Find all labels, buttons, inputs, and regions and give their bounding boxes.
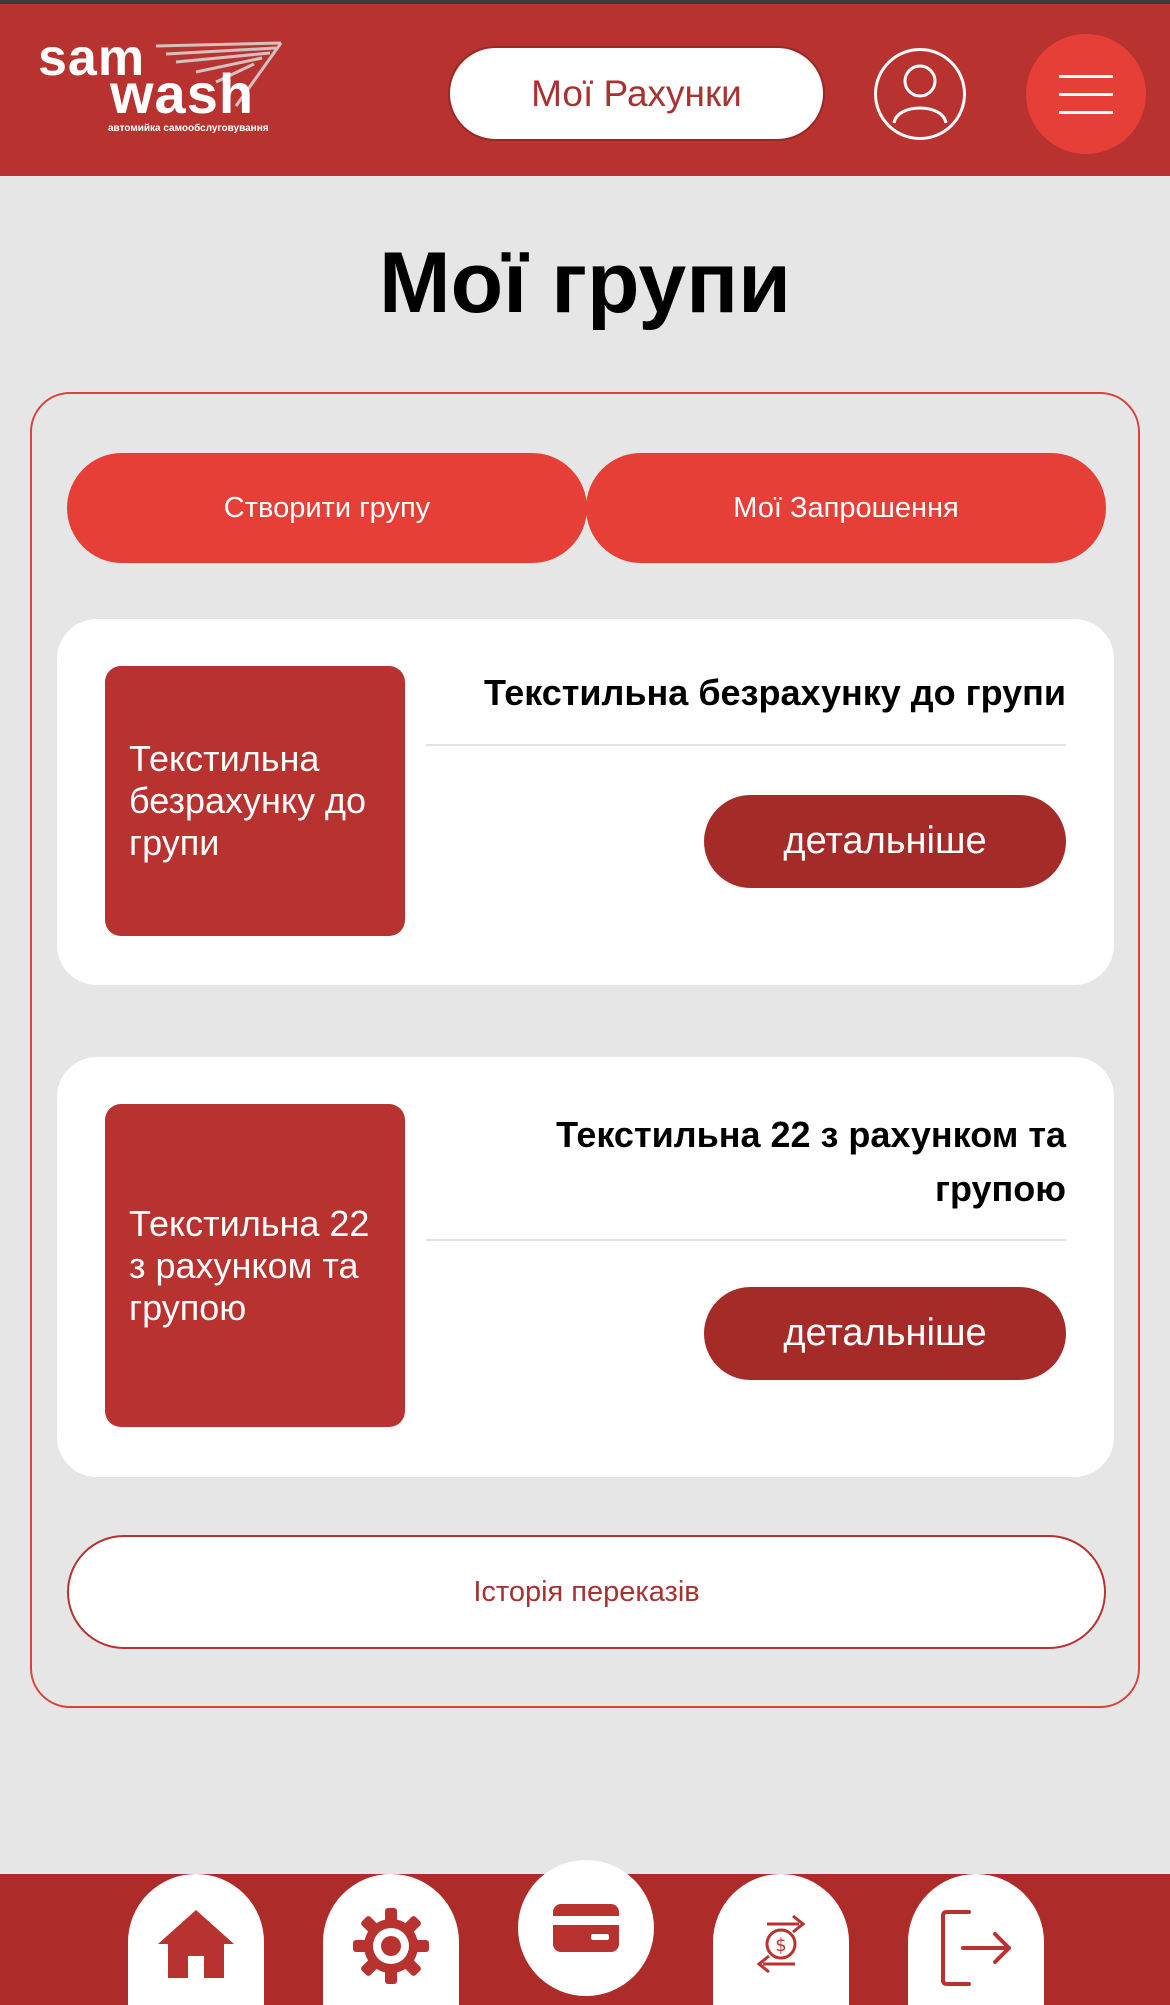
- group-details-button[interactable]: детальніше: [704, 795, 1066, 888]
- menu-button[interactable]: [1026, 34, 1146, 154]
- my-invites-button[interactable]: Мої Запрошення: [586, 453, 1106, 563]
- logo-tagline: автомийка самообслуговування: [108, 123, 269, 134]
- hamburger-line-icon: [1059, 92, 1113, 96]
- group-card: Текстильна 22 з рахунком та групою Текст…: [57, 1057, 1114, 1477]
- samwash-logo[interactable]: sam wash автомийка самообслуговування: [36, 32, 316, 142]
- hamburger-line-icon: [1059, 110, 1113, 114]
- groups-panel: Створити групу Мої Запрошення Текстильна…: [30, 392, 1140, 1708]
- home-icon: [158, 1910, 234, 1978]
- create-group-button[interactable]: Створити групу: [67, 453, 587, 563]
- logo-wash: wash: [110, 62, 255, 125]
- hamburger-line-icon: [1059, 74, 1113, 78]
- nav-transfers[interactable]: $: [713, 1874, 849, 2005]
- group-title: Текстильна безрахунку до групи: [484, 672, 1066, 713]
- app-header: sam wash автомийка самообслуговування Мо…: [0, 4, 1170, 176]
- divider: [426, 1239, 1066, 1241]
- group-title: Текстильна 22 з рахунком та групою: [556, 1114, 1066, 1209]
- nav-logout[interactable]: [908, 1874, 1044, 2005]
- user-icon: [892, 64, 948, 124]
- gear-icon: [353, 1908, 429, 1984]
- profile-button[interactable]: [874, 48, 966, 140]
- money-transfer-icon: $: [756, 1914, 806, 1974]
- group-card: Текстильна безрахунку до групи Текстильн…: [57, 619, 1114, 985]
- nav-settings[interactable]: [323, 1874, 459, 2005]
- group-thumbnail: Текстильна безрахунку до групи: [105, 666, 405, 936]
- card-icon: [553, 1904, 619, 1952]
- group-details-button[interactable]: детальніше: [704, 1287, 1066, 1380]
- svg-text:$: $: [775, 1935, 786, 1956]
- group-thumbnail: Текстильна 22 з рахунком та групою: [105, 1104, 405, 1427]
- divider: [426, 744, 1066, 746]
- nav-cards[interactable]: [518, 1860, 654, 1996]
- my-accounts-button[interactable]: Мої Рахунки: [448, 46, 825, 141]
- page-title: Мої групи: [378, 235, 792, 331]
- transfer-history-button[interactable]: Історія переказів: [67, 1535, 1106, 1649]
- logout-icon: [941, 1910, 1011, 1986]
- nav-home[interactable]: [128, 1874, 264, 2005]
